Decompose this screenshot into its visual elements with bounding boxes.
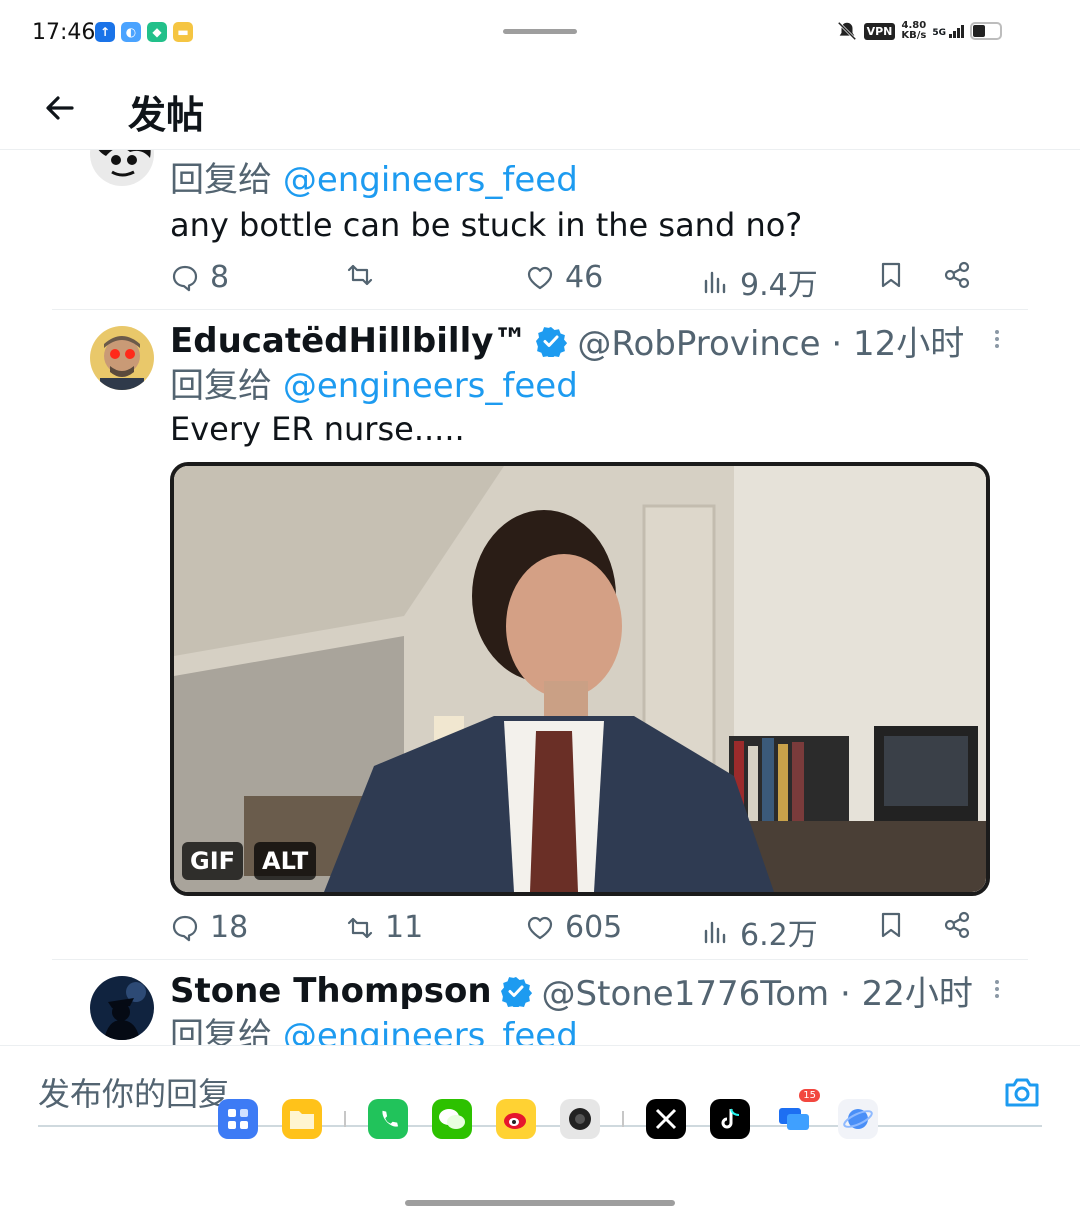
alt-text-badge[interactable]: ALT: [254, 842, 317, 880]
author-name[interactable]: Stone Thompson: [170, 971, 492, 1011]
share-icon: [944, 911, 970, 939]
reply-count: 8: [210, 260, 230, 295]
app-dock: 15: [206, 1089, 890, 1141]
views-count: 9.4万: [740, 268, 818, 303]
author-name[interactable]: EducatëdHillbilly™: [170, 321, 527, 361]
retweet-button[interactable]: 11: [345, 910, 423, 945]
reply-button[interactable]: 8: [170, 260, 229, 295]
camera-app-icon[interactable]: [560, 1099, 600, 1139]
network-type: 5G: [932, 27, 946, 38]
like-count: 605: [565, 910, 623, 945]
retweet-button[interactable]: [345, 260, 385, 290]
reply-button[interactable]: 18: [170, 910, 248, 945]
views-chart-icon: [704, 921, 726, 944]
divider: [52, 309, 1028, 310]
comment-icon: [172, 915, 198, 941]
comment-icon: [172, 265, 198, 291]
dock-separator: [622, 1111, 624, 1127]
mute-bell-icon: [837, 21, 856, 41]
gif-badge: GIF: [182, 842, 244, 880]
reply-label: 回复给: [170, 160, 272, 200]
reply-label: 回复给: [170, 1016, 272, 1045]
gif-image: [174, 466, 986, 892]
files-app-icon[interactable]: [282, 1099, 322, 1139]
dock-separator: [344, 1111, 346, 1127]
like-button[interactable]: 46: [525, 260, 603, 295]
window-handle[interactable]: [503, 29, 577, 34]
page-title: 发帖: [128, 93, 205, 137]
views-chart-icon: [704, 271, 726, 294]
upload-app-icon: ↑: [95, 22, 115, 42]
retweet-icon: [347, 264, 373, 286]
back-arrow-icon[interactable]: [40, 88, 80, 128]
tweet-actions: 8 46 9.4万: [170, 260, 980, 303]
bookmark-button[interactable]: [876, 260, 906, 290]
status-indicators: VPN 4.80 KB/s 5G: [836, 20, 1002, 42]
views-button[interactable]: 6.2万: [700, 910, 818, 954]
bookmark-icon: [881, 912, 901, 938]
signal-icon: 5G: [932, 24, 964, 38]
share-button[interactable]: [942, 260, 972, 290]
cloud-app-icon: ◐: [121, 22, 141, 42]
retweet-icon: [347, 917, 373, 938]
tweet-text: any bottle can be stuck in the sand no?: [170, 206, 803, 244]
like-count: 46: [565, 260, 604, 295]
verified-badge-icon: [536, 326, 568, 357]
handle-and-time[interactable]: @Stone1776Tom · 22小时: [542, 966, 973, 1015]
net-speed: 4.80 KB/s: [901, 21, 926, 41]
reply-mention-link[interactable]: @engineers_feed: [283, 366, 578, 406]
status-bar: 17:46 ↑ ◐ ◆ ▬ VPN 4.80 KB/s 5G: [0, 0, 1080, 66]
retweet-count: 11: [385, 910, 424, 945]
like-button[interactable]: 605: [525, 910, 622, 945]
more-options-icon[interactable]: [990, 324, 1004, 354]
app-drawer-icon[interactable]: [218, 1099, 258, 1139]
tiktok-app-icon[interactable]: [710, 1099, 750, 1139]
home-indicator[interactable]: [405, 1200, 675, 1206]
status-time: 17:46: [32, 20, 96, 45]
heart-icon: [527, 916, 553, 939]
more-options-icon[interactable]: [990, 974, 1004, 1004]
verified-badge-icon: [500, 976, 532, 1007]
divider: [52, 959, 1028, 960]
top-bar: 发帖: [0, 66, 1080, 150]
reply-mention-link[interactable]: @engineers_feed: [283, 160, 578, 200]
bookmark-icon: [881, 262, 901, 288]
heart-icon: [527, 266, 553, 289]
vpn-badge: VPN: [863, 22, 896, 40]
tweet-gif-media[interactable]: GIF ALT: [170, 462, 990, 896]
camera-icon[interactable]: [1002, 1072, 1042, 1112]
battery-icon: [970, 22, 1002, 40]
share-button[interactable]: [942, 910, 972, 940]
status-notification-icons: ↑ ◐ ◆ ▬: [95, 22, 193, 42]
views-count: 6.2万: [740, 918, 818, 953]
reply-feed[interactable]: 回复给 @engineers_feed any bottle can be st…: [0, 150, 1080, 1045]
views-button[interactable]: 9.4万: [700, 260, 818, 304]
tweet-text: Every ER nurse.....: [170, 410, 465, 448]
reply-context: 回复给 @engineers_feed: [170, 1008, 578, 1045]
avatar[interactable]: [90, 976, 154, 1040]
bookmark-button[interactable]: [876, 910, 906, 940]
x-app-icon[interactable]: [646, 1099, 686, 1139]
avatar[interactable]: [90, 326, 154, 390]
browser-app-icon[interactable]: [838, 1099, 878, 1139]
reply-count: 18: [210, 910, 249, 945]
share-icon: [944, 261, 970, 289]
phone-app-icon[interactable]: [368, 1099, 408, 1139]
net-speed-unit: KB/s: [901, 30, 927, 41]
tweet-actions: 18 11 605 6.2万: [170, 910, 980, 953]
reply-context: 回复给 @engineers_feed: [170, 152, 578, 201]
notes-app-icon: ▬: [173, 22, 193, 42]
handle-and-time[interactable]: @RobProvince · 12小时: [577, 316, 964, 365]
avatar[interactable]: [90, 150, 154, 186]
reply-mention-link[interactable]: @engineers_feed: [283, 1016, 578, 1045]
reply-label: 回复给: [170, 366, 272, 406]
messages-app-icon[interactable]: 15: [774, 1089, 820, 1139]
reply-context: 回复给 @engineers_feed: [170, 358, 578, 407]
notification-badge: 15: [799, 1089, 820, 1102]
weibo-app-icon[interactable]: [496, 1099, 536, 1139]
shield-app-icon: ◆: [147, 22, 167, 42]
wechat-app-icon[interactable]: [432, 1099, 472, 1139]
